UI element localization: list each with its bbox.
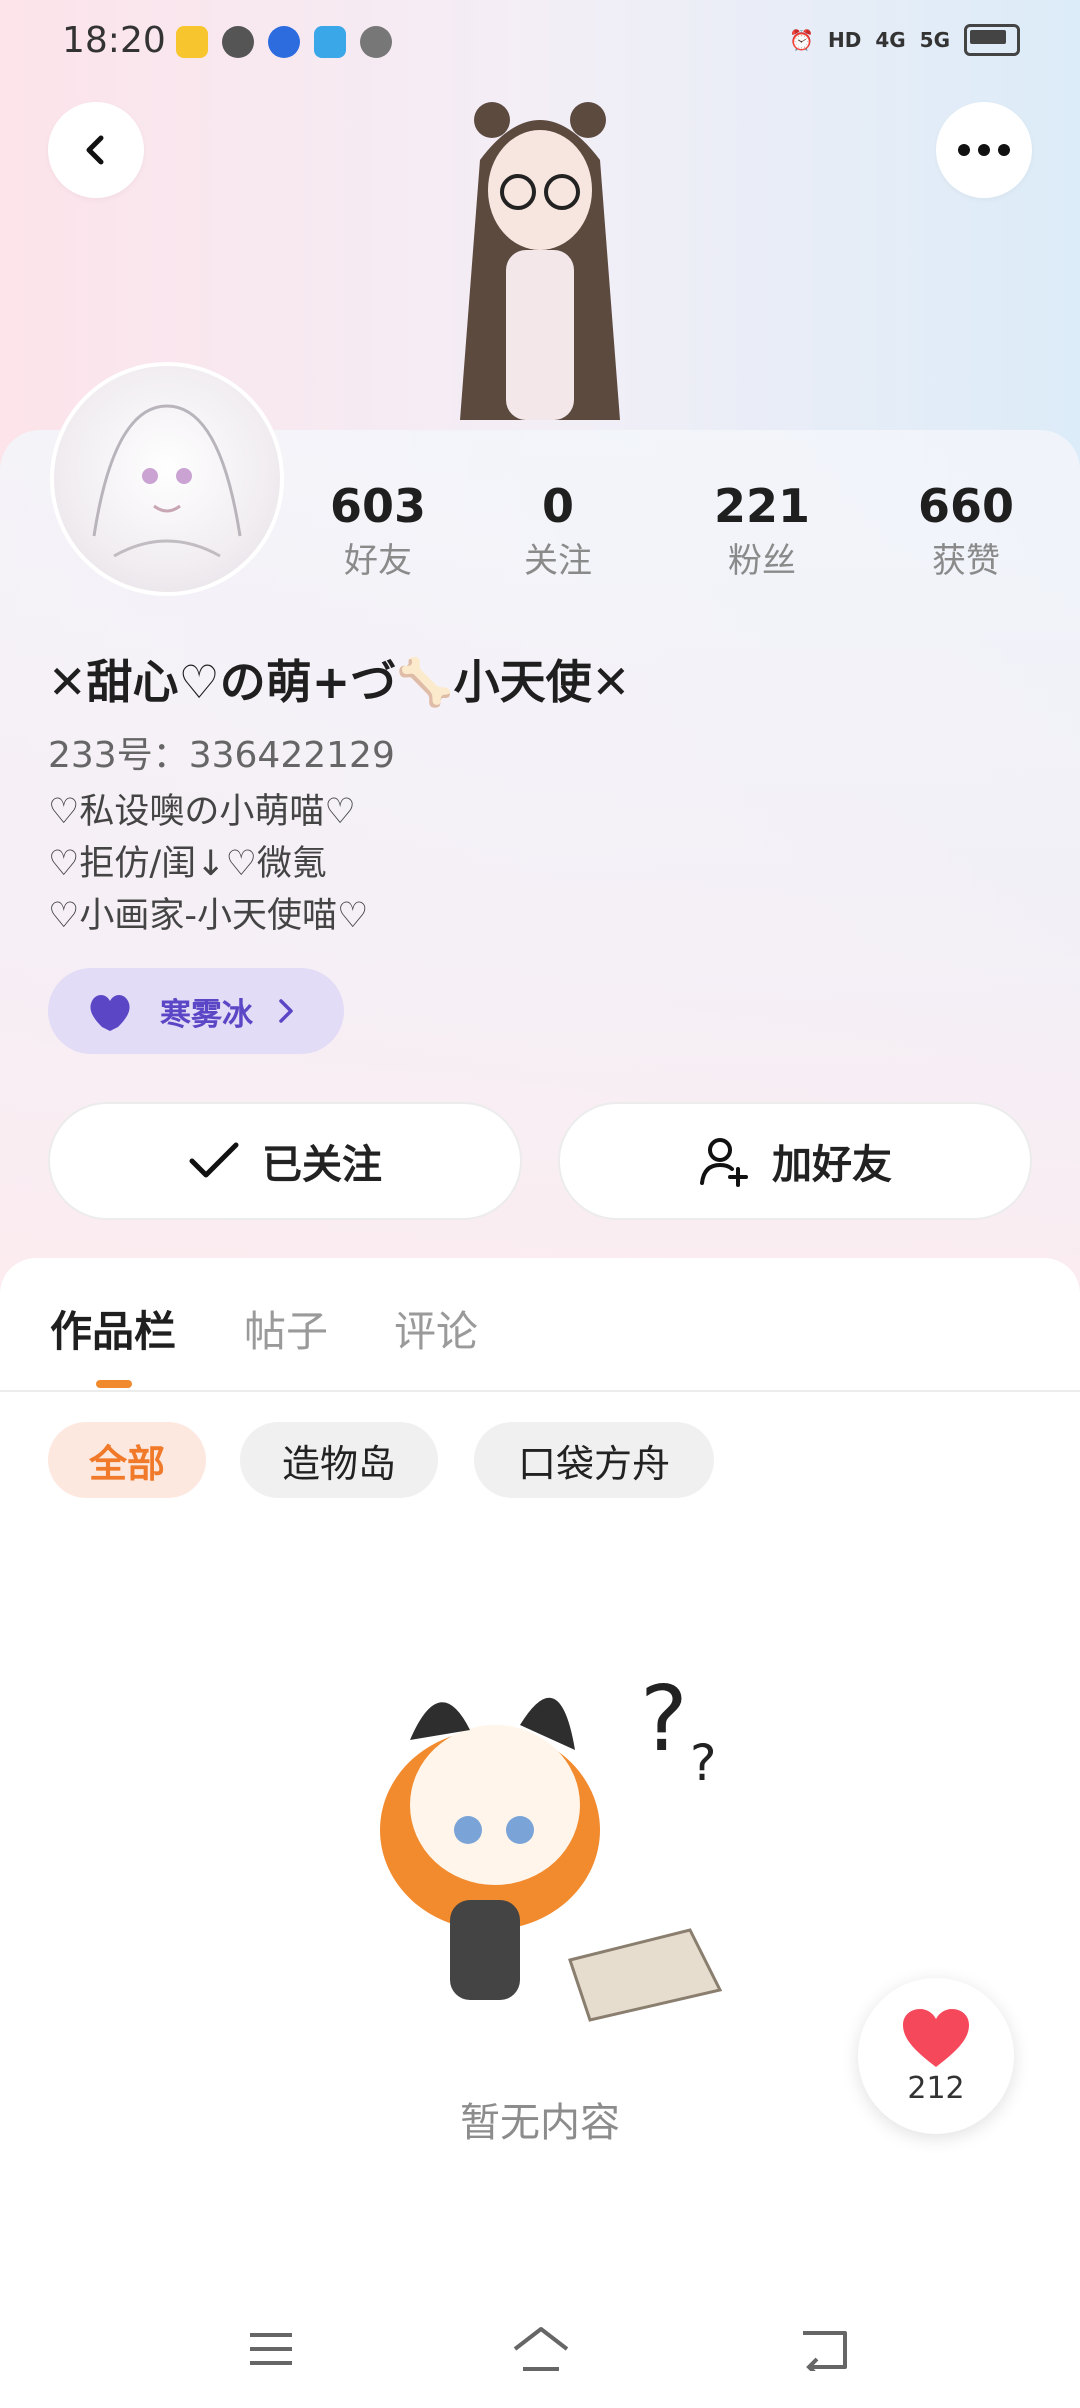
stat-value: 221 — [713, 479, 811, 533]
back-nav-button[interactable] — [790, 2314, 860, 2384]
filter-all[interactable]: 全部 — [48, 1422, 206, 1498]
floating-like-button[interactable]: 212 — [858, 1978, 1014, 2134]
menu-button[interactable] — [236, 2314, 306, 2384]
avatar-sketch-image — [92, 404, 242, 558]
tab-works[interactable]: 作品栏 — [50, 1298, 176, 1359]
stat-value: 660 — [917, 479, 1015, 533]
stat-friends[interactable]: 603 好友 — [298, 476, 458, 586]
bio-line: ♡私设噢の小萌喵♡ — [48, 792, 356, 832]
bio-line: ♡拒仿/闺↓♡微氪 — [48, 844, 327, 884]
stat-following[interactable]: 0 关注 — [478, 476, 638, 586]
back-arrow-icon — [86, 135, 104, 165]
user-id: 233号：336422129 — [48, 735, 395, 776]
following-button[interactable]: 已关注 — [48, 1102, 522, 1220]
return-icon — [803, 2331, 847, 2371]
stat-fans[interactable]: 221 粉丝 — [682, 476, 842, 586]
system-navigation-bar — [0, 2290, 1080, 2408]
planet-app-icon — [360, 26, 392, 58]
check-icon — [189, 1142, 239, 1178]
back-button[interactable] — [48, 102, 144, 198]
svg-text:?: ? — [640, 1667, 688, 1772]
battery-icon — [964, 24, 1020, 56]
svg-text:?: ? — [690, 1734, 717, 1792]
browser-app-icon — [268, 26, 300, 58]
stat-likes[interactable]: 660 获赞 — [886, 476, 1046, 586]
stat-value: 0 — [541, 479, 574, 533]
stat-label: 好友 — [344, 541, 412, 581]
filter-creation-island[interactable]: 造物岛 — [240, 1422, 438, 1498]
more-button[interactable] — [936, 102, 1032, 198]
add-friend-button[interactable]: 加好友 — [558, 1102, 1032, 1220]
bio-line: ♡小画家-小天使喵♡ — [48, 896, 369, 936]
like-count: 212 — [907, 2070, 965, 2106]
character-avatar-image — [460, 102, 620, 420]
chevron-right-icon — [279, 999, 293, 1023]
chat-app-icon — [314, 26, 346, 58]
home-button[interactable] — [506, 2314, 576, 2384]
add-friend-label: 加好友 — [772, 1142, 892, 1188]
status-indicators: ⏰ HD 4G 5G — [789, 24, 1020, 56]
heart-icon — [90, 995, 130, 1031]
heart-icon — [903, 2008, 969, 2067]
notification-icons — [176, 26, 392, 58]
avatar[interactable] — [50, 362, 284, 596]
following-label: 已关注 — [262, 1142, 382, 1188]
active-tab-indicator — [96, 1380, 132, 1388]
hd-indicator: HD — [827, 28, 862, 52]
menu-icon — [250, 2333, 292, 2365]
network-5g: 5G — [919, 28, 950, 52]
tab-divider — [0, 1390, 1080, 1392]
meituan-app-icon — [176, 26, 208, 58]
nickname: ✕甜心♡の萌+づ🦴小天使✕ — [48, 655, 631, 709]
bio: ♡私设噢の小萌喵♡ ♡拒仿/闺↓♡微氪 ♡小画家-小天使喵♡ — [48, 786, 368, 942]
status-time: 18:20 — [62, 20, 166, 61]
filter-pocket-ark[interactable]: 口袋方舟 — [474, 1422, 714, 1498]
home-icon — [513, 2327, 569, 2371]
stat-label: 获赞 — [932, 541, 1000, 581]
group-tag-label: 寒雾冰 — [160, 996, 253, 1033]
status-bar: 18:20 ⏰ HD 4G 5G — [0, 0, 1080, 84]
game-app-icon — [222, 26, 254, 58]
tab-posts[interactable]: 帖子 — [244, 1298, 328, 1359]
add-friend-icon — [700, 1138, 748, 1187]
alarm-icon: ⏰ — [789, 28, 814, 52]
stat-value: 603 — [329, 479, 427, 533]
network-4g: 4G — [875, 28, 906, 52]
group-tag[interactable]: 寒雾冰 — [48, 968, 344, 1054]
stat-label: 关注 — [524, 541, 592, 581]
tab-comments[interactable]: 评论 — [394, 1298, 478, 1359]
more-dots-icon — [958, 144, 1010, 156]
stat-label: 粉丝 — [728, 541, 796, 581]
empty-state-illustration: ? ? — [380, 1667, 723, 2022]
